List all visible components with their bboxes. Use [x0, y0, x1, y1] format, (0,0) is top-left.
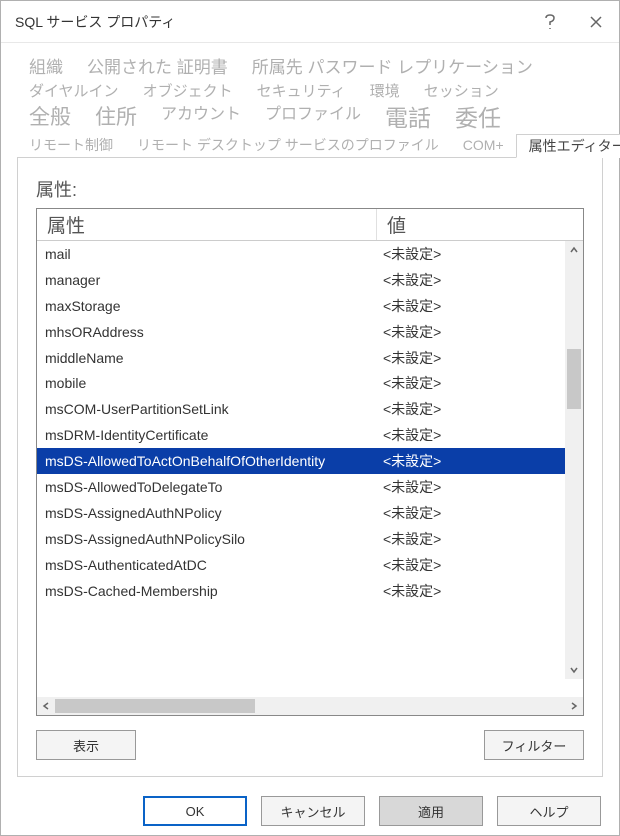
attr-value-cell: <未設定>: [377, 503, 583, 523]
attr-name-cell: maxStorage: [37, 298, 377, 314]
attr-name-cell: middleName: [37, 350, 377, 366]
tab-row-2: ダイヤルイン オブジェクト セキュリティ 環境 セッション: [17, 80, 603, 103]
table-row[interactable]: msDS-AllowedToActOnBehalfOfOtherIdentity…: [37, 448, 583, 474]
tab-profile[interactable]: プロファイル: [253, 103, 373, 134]
list-body: mail<未設定>manager<未設定>maxStorage<未設定>mhsO…: [37, 241, 583, 697]
vscroll-thumb[interactable]: [567, 349, 581, 409]
tab-password-replication[interactable]: 所属先 パスワード レプリケーション: [240, 55, 545, 80]
scroll-up-icon[interactable]: [565, 241, 583, 259]
close-icon[interactable]: [573, 1, 619, 43]
attr-name-cell: msDS-AssignedAuthNPolicy: [37, 505, 377, 521]
tab-session[interactable]: セッション: [412, 80, 511, 103]
attr-value-cell: <未設定>: [377, 399, 583, 419]
tab-row-4: リモート制御 リモート デスクトップ サービスのプロファイル COM+ 属性エデ…: [17, 134, 603, 158]
table-row[interactable]: msDS-AllowedToDelegateTo<未設定>: [37, 474, 583, 500]
attr-value-cell: <未設定>: [377, 270, 583, 290]
tab-telephone[interactable]: 電話: [373, 103, 443, 134]
attr-value-cell: <未設定>: [377, 581, 583, 601]
attr-value-cell: <未設定>: [377, 555, 583, 575]
content-area: 組織 公開された 証明書 所属先 パスワード レプリケーション ダイヤルイン オ…: [1, 43, 619, 787]
tab-dialin[interactable]: ダイヤルイン: [17, 80, 131, 103]
tab-body: 属性: 属性 値 mail<未設定>manager<未設定>maxStorage…: [17, 157, 603, 777]
attr-name-cell: mobile: [37, 375, 377, 391]
table-row[interactable]: maxStorage<未設定>: [37, 293, 583, 319]
tab-strip: 組織 公開された 証明書 所属先 パスワード レプリケーション ダイヤルイン オ…: [17, 55, 603, 158]
table-row[interactable]: mhsORAddress<未設定>: [37, 319, 583, 345]
attr-value-cell: <未設定>: [377, 322, 583, 342]
attr-value-cell: <未設定>: [377, 373, 583, 393]
tab-general[interactable]: 全般: [17, 103, 83, 134]
horizontal-scrollbar[interactable]: [37, 697, 583, 715]
attr-name-cell: msDRM-IdentityCertificate: [37, 427, 377, 443]
titlebar: SQL サービス プロパティ: [1, 1, 619, 43]
hscroll-thumb[interactable]: [55, 699, 255, 713]
apply-button[interactable]: 適用: [379, 796, 483, 826]
attr-name-cell: msDS-AllowedToDelegateTo: [37, 479, 377, 495]
tab-environment[interactable]: 環境: [358, 80, 412, 103]
list-header: 属性 値: [37, 209, 583, 241]
vertical-scrollbar[interactable]: [565, 241, 583, 679]
filter-button[interactable]: フィルター: [484, 730, 584, 760]
dialog-window: SQL サービス プロパティ 組織 公開された 証明書 所属先 パスワード レプ…: [0, 0, 620, 836]
tab-row-1: 組織 公開された 証明書 所属先 パスワード レプリケーション: [17, 55, 603, 80]
cancel-button[interactable]: キャンセル: [261, 796, 365, 826]
attr-name-cell: msCOM-UserPartitionSetLink: [37, 401, 377, 417]
attr-value-cell: <未設定>: [377, 529, 583, 549]
tab-rds-profile[interactable]: リモート デスクトップ サービスのプロファイル: [125, 134, 451, 158]
table-row[interactable]: mobile<未設定>: [37, 370, 583, 396]
ok-button[interactable]: OK: [143, 796, 247, 826]
view-button[interactable]: 表示: [36, 730, 136, 760]
column-header-attribute[interactable]: 属性: [37, 209, 377, 240]
attr-value-cell: <未設定>: [377, 477, 583, 497]
tab-com-plus[interactable]: COM+: [451, 134, 516, 158]
scroll-right-icon[interactable]: [565, 697, 583, 715]
table-row[interactable]: msDRM-IdentityCertificate<未設定>: [37, 422, 583, 448]
attr-value-cell: <未設定>: [377, 451, 583, 471]
attr-value-cell: <未設定>: [377, 348, 583, 368]
attr-name-cell: manager: [37, 272, 377, 288]
scroll-left-icon[interactable]: [37, 697, 55, 715]
table-row[interactable]: middleName<未設定>: [37, 345, 583, 371]
help-button[interactable]: ヘルプ: [497, 796, 601, 826]
attr-value-cell: <未設定>: [377, 425, 583, 445]
table-row[interactable]: manager<未設定>: [37, 267, 583, 293]
table-row[interactable]: msDS-Cached-Membership<未設定>: [37, 578, 583, 604]
attribute-listbox[interactable]: 属性 値 mail<未設定>manager<未設定>maxStorage<未設定…: [36, 208, 584, 716]
hscroll-track[interactable]: [55, 697, 565, 715]
attributes-label: 属性:: [36, 176, 584, 202]
attr-value-cell: <未設定>: [377, 296, 583, 316]
tab-organization[interactable]: 組織: [17, 55, 75, 80]
table-row[interactable]: msDS-AuthenticatedAtDC<未設定>: [37, 552, 583, 578]
table-row[interactable]: mail<未設定>: [37, 241, 583, 267]
tab-remote-control[interactable]: リモート制御: [17, 134, 125, 158]
attr-name-cell: msDS-Cached-Membership: [37, 583, 377, 599]
attr-name-cell: mail: [37, 246, 377, 262]
attr-name-cell: msDS-AuthenticatedAtDC: [37, 557, 377, 573]
scroll-down-icon[interactable]: [565, 661, 583, 679]
tab-address[interactable]: 住所: [83, 103, 149, 134]
vscroll-track[interactable]: [565, 259, 583, 661]
attr-name-cell: msDS-AssignedAuthNPolicySilo: [37, 531, 377, 547]
tab-object[interactable]: オブジェクト: [131, 80, 245, 103]
tab-delegation[interactable]: 委任: [443, 103, 513, 134]
table-row[interactable]: msDS-AssignedAuthNPolicy<未設定>: [37, 500, 583, 526]
attr-name-cell: mhsORAddress: [37, 324, 377, 340]
tab-row-3: 全般 住所 アカウント プロファイル 電話 委任: [17, 103, 603, 134]
column-header-value[interactable]: 値: [377, 209, 583, 240]
attr-name-cell: msDS-AllowedToActOnBehalfOfOtherIdentity: [37, 453, 377, 469]
table-row[interactable]: msDS-AssignedAuthNPolicySilo<未設定>: [37, 526, 583, 552]
attr-value-cell: <未設定>: [377, 244, 583, 264]
tab-security[interactable]: セキュリティ: [245, 80, 358, 103]
help-icon[interactable]: [527, 1, 573, 43]
dialog-button-row: OK キャンセル 適用 ヘルプ: [1, 787, 619, 835]
listbox-button-row: 表示 フィルター: [36, 716, 584, 760]
tab-published-certs[interactable]: 公開された 証明書: [75, 55, 240, 80]
table-row[interactable]: msCOM-UserPartitionSetLink<未設定>: [37, 396, 583, 422]
tab-attribute-editor[interactable]: 属性エディター: [516, 134, 620, 158]
window-title: SQL サービス プロパティ: [15, 12, 527, 32]
tab-account[interactable]: アカウント: [149, 103, 253, 134]
